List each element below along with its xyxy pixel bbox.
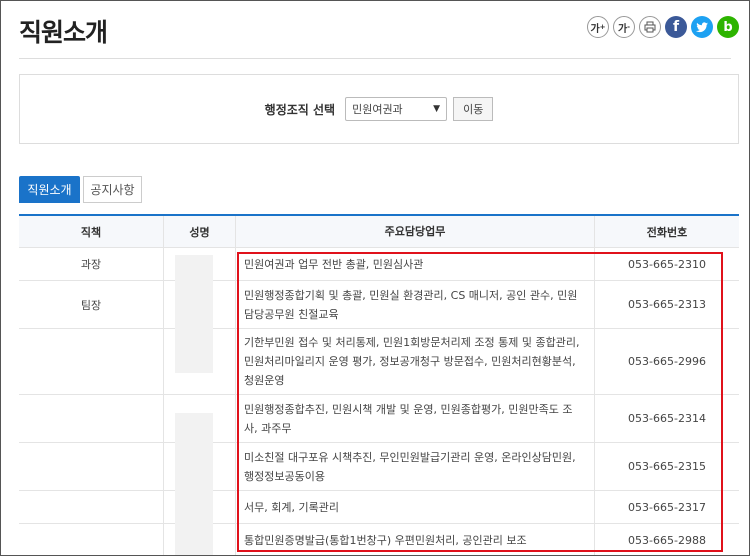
- phone-cell: 053-665-2314: [628, 412, 706, 425]
- table-header: 직책 성명 주요담당업무 전화번호: [19, 216, 739, 248]
- title-divider: [19, 58, 731, 59]
- header-position: 직책: [19, 216, 164, 247]
- table-row: 민원행정종합추진, 민원시책 개발 및 운영, 민원종합평가, 민원만족도 조사…: [19, 395, 739, 443]
- header-phone: 전화번호: [646, 225, 688, 239]
- phone-cell: 053-665-2988: [628, 533, 706, 547]
- table-row: 팀장 민원행정종합기획 및 총괄, 민원실 환경관리, CS 매니저, 공인 관…: [19, 281, 739, 329]
- position-cell: 팀장: [19, 281, 164, 328]
- font-decrease-icon[interactable]: 가-: [613, 16, 635, 38]
- position-cell: [19, 329, 164, 394]
- staff-table: 직책 성명 주요담당업무 전화번호 과장 민원여권과 업무 전반 총괄, 민원심…: [19, 214, 739, 555]
- header-name: 성명: [164, 216, 236, 247]
- duty-cell: 서무, 회계, 기록관리: [236, 491, 595, 523]
- duty-cell: 기한부민원 접수 및 처리통제, 민원1회방문처리제 조정 통제 및 종합관리,…: [236, 329, 595, 394]
- toolbar: 가 + 가- f b: [587, 16, 739, 38]
- position-cell: [19, 443, 164, 490]
- redacted-name-block: [175, 255, 213, 373]
- duty-cell: 민원행정종합추진, 민원시책 개발 및 운영, 민원종합평가, 민원만족도 조사…: [236, 395, 595, 442]
- chevron-down-icon: ▼: [433, 104, 441, 114]
- facebook-icon[interactable]: f: [665, 16, 687, 38]
- phone-cell: 053-665-2313: [628, 298, 706, 311]
- table-row: 기한부민원 접수 및 처리통제, 민원1회방문처리제 조정 통제 및 종합관리,…: [19, 329, 739, 395]
- print-icon[interactable]: [639, 16, 661, 38]
- duty-cell: 민원여권과 업무 전반 총괄, 민원심사관: [236, 248, 595, 280]
- tab-staff[interactable]: 직원소개: [19, 176, 80, 203]
- duty-cell: 통합민원증명발급(통합1번창구) 우편민원처리, 공인관리 보조: [236, 524, 595, 555]
- font-increase-icon[interactable]: 가 +: [587, 16, 609, 38]
- org-select[interactable]: 민원여권과 ▼: [345, 97, 448, 121]
- position-cell: [19, 491, 164, 523]
- filter-label: 행정조직 선택: [264, 102, 336, 117]
- phone-cell: 053-665-2317: [628, 500, 706, 514]
- table-row: 서무, 회계, 기록관리 053-665-2317: [19, 491, 739, 524]
- table-row: 통합민원증명발급(통합1번창구) 우편민원처리, 공인관리 보조 053-665…: [19, 524, 739, 555]
- duty-cell: 민원행정종합기획 및 총괄, 민원실 환경관리, CS 매니저, 공인 관수, …: [236, 281, 595, 328]
- table-row: 과장 민원여권과 업무 전반 총괄, 민원심사관 053-665-2310: [19, 248, 739, 281]
- redacted-name-block: [175, 413, 213, 555]
- position-cell: [19, 524, 164, 555]
- page-frame: 직원소개 가 + 가- f b 행정조직 선택 민원여권과 ▼ 이동 직원소개 공…: [0, 0, 750, 556]
- table-row: 미소친절 대구포유 시책추진, 무인민원발급기관리 운영, 온라인상담민원, 행…: [19, 443, 739, 491]
- blog-icon[interactable]: b: [717, 16, 739, 38]
- org-filter: 행정조직 선택 민원여권과 ▼ 이동: [19, 74, 739, 144]
- twitter-icon[interactable]: [691, 16, 713, 38]
- tab-notice[interactable]: 공지사항: [83, 176, 142, 203]
- position-cell: 과장: [19, 248, 164, 280]
- duty-cell: 미소친절 대구포유 시책추진, 무인민원발급기관리 운영, 온라인상담민원, 행…: [236, 443, 595, 490]
- page-title: 직원소개: [19, 18, 108, 47]
- phone-cell: 053-665-2310: [628, 257, 706, 271]
- phone-cell: 053-665-2315: [628, 460, 706, 473]
- phone-cell: 053-665-2996: [628, 355, 706, 368]
- header-duty: 주요담당업무: [236, 216, 595, 247]
- go-button[interactable]: 이동: [453, 97, 494, 121]
- position-cell: [19, 395, 164, 442]
